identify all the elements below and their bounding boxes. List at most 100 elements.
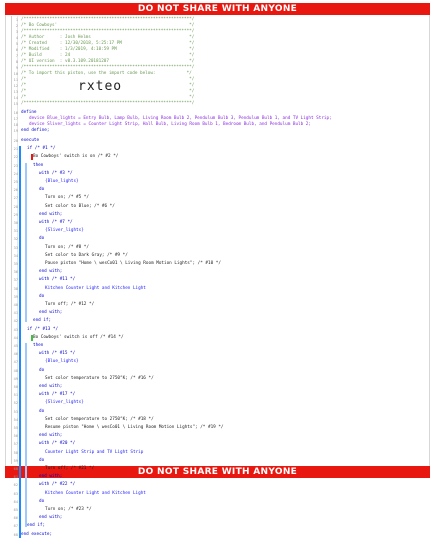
if-block-bar — [19, 326, 21, 538]
code-text: Resume piston "Home \ wesCo01 \ Living R… — [45, 425, 224, 430]
code-text: Set color to Blue; /* #6 */ — [45, 203, 115, 209]
code-text: with /* #15 */ — [39, 351, 76, 357]
line-number: 32 — [13, 237, 18, 242]
line-number: 44 — [13, 335, 18, 340]
line-number: 26 — [13, 188, 18, 193]
line-number: 47 — [13, 360, 18, 365]
line-number: 23 — [13, 163, 18, 168]
line-number: 53 — [13, 409, 18, 414]
code-text: end with; — [39, 384, 63, 389]
line-number: 24 — [13, 171, 18, 176]
code-text: then — [33, 162, 44, 168]
line-number: 60 — [13, 467, 18, 471]
line-number: 22 — [13, 155, 18, 160]
code-text: do — [39, 367, 45, 373]
code-text: with /* #11 */ — [39, 277, 76, 283]
line-number: 49 — [13, 376, 18, 381]
code-text: end if; — [33, 318, 52, 324]
line-number: 33 — [13, 245, 18, 250]
code-text: with /* #17 */ — [39, 392, 76, 398]
line-number: 61 — [13, 475, 18, 480]
line-number: 20 — [13, 139, 18, 143]
code-text: if /* #1 */ — [27, 146, 56, 152]
line-number: 66 — [13, 516, 18, 521]
code-text: Turn on; /* #5 */ — [45, 195, 89, 201]
code-text: end execute; — [21, 531, 53, 537]
code-text: execute — [21, 138, 40, 143]
warning-banner-top: DO NOT SHARE WITH ANYONE — [5, 3, 430, 15]
code-text: do — [39, 408, 45, 414]
line-number: 43 — [13, 327, 18, 332]
code-text: Kitchen Counter Light and Kitchen Light — [45, 285, 146, 291]
line-number: 52 — [13, 401, 18, 406]
code-text: if /* #13 */ — [27, 326, 59, 332]
line-number: 55 — [13, 426, 18, 430]
code-text: then — [33, 343, 44, 348]
line-number: 21 — [13, 147, 18, 152]
code-text: do — [39, 457, 45, 463]
line-number: 19 — [13, 129, 18, 133]
code-text: end with; — [39, 474, 63, 480]
code-text: end with; — [39, 515, 63, 521]
line-number: 59 — [13, 458, 18, 463]
line-number: 54 — [13, 417, 18, 422]
line-number: 65 — [13, 508, 18, 512]
code-text: Turn off; /* #12 */ — [45, 302, 95, 307]
code-text: {Blue_lights} — [45, 179, 79, 184]
code-text: end with; — [39, 211, 63, 217]
line-number: 29 — [13, 212, 18, 217]
line-number: 15 — [13, 102, 18, 106]
line-number: 57 — [13, 442, 18, 447]
line-number: 31 — [13, 229, 18, 234]
line-number: 39 — [13, 294, 18, 299]
code-text: end with; — [39, 433, 63, 439]
line-number: 56 — [13, 434, 18, 439]
line-number: 36 — [13, 270, 18, 275]
line-number: 37 — [13, 278, 18, 283]
line-number: 58 — [13, 450, 18, 455]
line-number: 28 — [13, 204, 18, 209]
line-number: 41 — [13, 311, 18, 316]
code-text: end with; — [39, 269, 63, 275]
code-text: Turn on; /* #8 */ — [45, 244, 89, 250]
line-number: 67 — [13, 524, 18, 529]
line-number: 46 — [13, 352, 18, 357]
code-text: Counter Light Strip and TV Light Strip — [45, 449, 144, 455]
line-number: 50 — [13, 385, 18, 389]
code-text: {Blue_lights} — [45, 359, 79, 365]
if-block-bar — [19, 146, 21, 333]
line-number: 62 — [13, 483, 18, 488]
code-text: with /* #3 */ — [39, 170, 73, 176]
condition-indicator-false — [31, 154, 33, 161]
code-text: with /* #22 */ — [39, 482, 76, 488]
line-number: 38 — [13, 286, 18, 291]
line-number: 34 — [13, 253, 18, 258]
code-text: /***************************************… — [21, 101, 195, 106]
line-number: 40 — [13, 303, 18, 307]
code-text: Set color temperature to 2750°K; /* #16 … — [45, 375, 154, 381]
code-text: do — [39, 236, 45, 242]
line-number: 27 — [13, 196, 18, 201]
line-number: 42 — [13, 319, 18, 324]
code-text: end if; — [27, 523, 46, 529]
code-text: with /* #7 */ — [39, 220, 73, 225]
code-text: Set color temperature to 2750°K; /* #18 … — [45, 416, 154, 422]
line-number: 30 — [13, 221, 18, 225]
line-number: 63 — [13, 491, 18, 496]
code-text: with /* #20 */ — [39, 441, 76, 447]
line-number: 35 — [13, 262, 18, 266]
code-text: {Sliver_lights} — [45, 228, 84, 234]
line-number: 51 — [13, 393, 18, 398]
code-text: Pause piston "Home \ wesCo01 \ Living Ro… — [45, 261, 221, 266]
code-text: Turn on; /* #23 */ — [45, 507, 92, 512]
code-text: Bo Cowboys' switch is on /* #2 */ — [33, 154, 119, 160]
code-text: end define; — [21, 128, 50, 133]
line-number: 25 — [13, 180, 18, 184]
code-text: do — [39, 187, 45, 193]
code-text: end with; — [39, 310, 63, 316]
code-text: Kitchen Counter Light and Kitchen Light — [45, 490, 146, 496]
condition-indicator-true — [31, 334, 33, 341]
code-text: Bo Cowboys' switch is off /* #14 */ — [33, 334, 124, 340]
code-text: device Sliver_lights = Counter Light Str… — [29, 122, 311, 127]
code-text: do — [39, 293, 45, 299]
